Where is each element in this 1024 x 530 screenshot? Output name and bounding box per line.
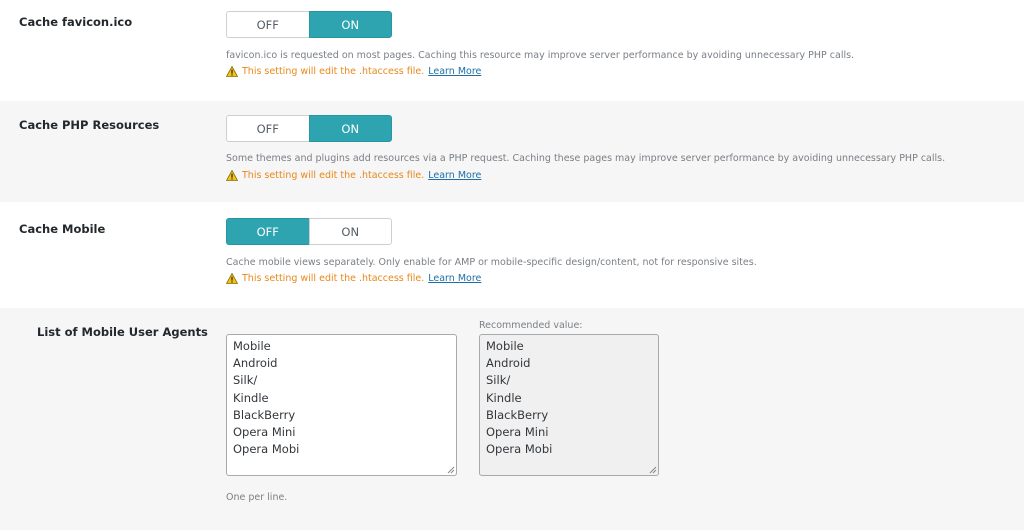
resize-handle-icon[interactable] [447,466,455,474]
setting-label: Cache Mobile [19,222,106,236]
setting-label: List of Mobile User Agents [37,325,208,339]
learn-more-link[interactable]: Learn More [428,66,481,77]
cache-php-resources-toggle[interactable]: OFF ON [226,115,392,142]
setting-description: favicon.ico is requested on most pages. … [226,50,855,61]
learn-more-link[interactable]: Learn More [428,170,481,181]
toggle-off-option[interactable]: OFF [226,218,309,245]
htaccess-warning: This setting will edit the .htaccess fil… [226,170,481,181]
resize-handle-icon[interactable] [649,466,657,474]
learn-more-link[interactable]: Learn More [428,273,481,284]
warning-icon [226,273,238,284]
setting-description: Some themes and plugins add resources vi… [226,153,946,164]
cache-favicon-toggle[interactable]: OFF ON [226,11,392,38]
recommended-value-label: Recommended value: [479,320,583,331]
setting-description: Cache mobile views separately. Only enab… [226,257,757,268]
setting-row-cache-favicon: Cache favicon.ico OFF ON favicon.ico is … [0,0,1024,98]
one-per-line-hint: One per line. [226,492,288,503]
warning-icon [226,170,238,181]
warning-text: This setting will edit the .htaccess fil… [242,170,425,181]
toggle-on-option[interactable]: ON [308,11,392,38]
setting-row-cache-php-resources: Cache PHP Resources OFF ON Some themes a… [0,101,1024,202]
warning-icon [226,66,238,77]
toggle-off-option[interactable]: OFF [226,11,309,38]
toggle-on-option[interactable]: ON [308,218,392,245]
htaccess-warning: This setting will edit the .htaccess fil… [226,66,481,77]
recommended-user-agents-textarea: Mobile Android Silk/ Kindle BlackBerry O… [479,334,659,476]
warning-text: This setting will edit the .htaccess fil… [242,66,425,77]
warning-text: This setting will edit the .htaccess fil… [242,273,425,284]
mobile-user-agents-textarea[interactable]: Mobile Android Silk/ Kindle BlackBerry O… [226,334,457,476]
toggle-off-option[interactable]: OFF [226,115,309,142]
setting-label: Cache PHP Resources [19,118,160,132]
setting-row-cache-mobile: Cache Mobile OFF ON Cache mobile views s… [0,204,1024,306]
setting-label: Cache favicon.ico [19,15,133,29]
cache-mobile-toggle[interactable]: OFF ON [226,218,392,245]
toggle-on-option[interactable]: ON [308,115,392,142]
htaccess-warning: This setting will edit the .htaccess fil… [226,273,481,284]
setting-row-mobile-user-agents: List of Mobile User Agents Mobile Androi… [0,308,1024,530]
